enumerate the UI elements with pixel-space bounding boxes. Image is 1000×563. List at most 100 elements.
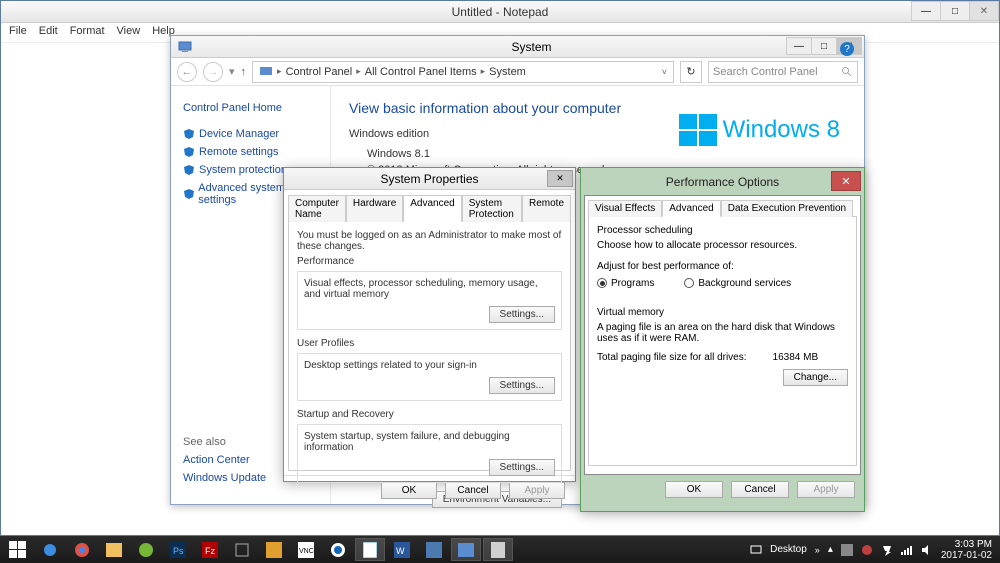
volume-icon[interactable] bbox=[921, 544, 933, 556]
adjust-label: Adjust for best performance of: bbox=[597, 261, 848, 272]
menu-edit[interactable]: Edit bbox=[35, 25, 62, 40]
link-remote-settings[interactable]: Remote settings bbox=[199, 146, 278, 158]
maximize-button[interactable]: □ bbox=[940, 1, 970, 21]
startup-label: Startup and Recovery bbox=[297, 409, 562, 420]
perfopt-titlebar[interactable]: Performance Options ✕ bbox=[584, 171, 861, 193]
taskbar-photoshop[interactable]: Ps bbox=[163, 538, 193, 561]
profiles-desc: Desktop settings related to your sign-in bbox=[304, 360, 555, 371]
desktop-toolbar[interactable]: Desktop bbox=[770, 544, 807, 555]
startup-desc: System startup, system failure, and debu… bbox=[304, 431, 555, 453]
taskbar-dreamweaver[interactable] bbox=[131, 538, 161, 561]
taskbar-sysprop[interactable] bbox=[483, 538, 513, 561]
tab-advanced[interactable]: Advanced bbox=[662, 200, 720, 217]
windows-logo: Windows 8 bbox=[679, 114, 840, 146]
tab-remote[interactable]: Remote bbox=[522, 195, 571, 222]
crumb-all-items[interactable]: All Control Panel Items bbox=[365, 66, 477, 78]
recent-dropdown[interactable]: ▾ bbox=[229, 65, 235, 78]
perf-label: Performance bbox=[297, 256, 562, 267]
minimize-button[interactable]: — bbox=[786, 37, 812, 55]
tray-red-icon[interactable] bbox=[861, 544, 873, 556]
search-placeholder: Search Control Panel bbox=[713, 66, 818, 78]
tray-chevron[interactable]: » bbox=[815, 545, 820, 555]
maximize-button[interactable]: □ bbox=[811, 37, 837, 55]
breadcrumb[interactable]: ▸ Control Panel ▸ All Control Panel Item… bbox=[252, 61, 674, 83]
breadcrumb-dropdown[interactable]: ˅ bbox=[662, 67, 667, 77]
tray-app-icon[interactable] bbox=[841, 544, 853, 556]
taskbar-app2[interactable] bbox=[419, 538, 449, 561]
profiles-settings-button[interactable]: Settings... bbox=[489, 377, 555, 394]
shield-icon bbox=[183, 128, 195, 140]
tab-system-protection[interactable]: System Protection bbox=[462, 195, 522, 222]
taskbar-snip[interactable] bbox=[227, 538, 257, 561]
refresh-button[interactable]: ↻ bbox=[680, 61, 702, 83]
tab-computer-name[interactable]: Computer Name bbox=[288, 195, 346, 222]
svg-text:Fz: Fz bbox=[205, 546, 215, 556]
perfopt-title: Performance Options bbox=[666, 175, 779, 189]
close-button[interactable]: ✕ bbox=[831, 171, 861, 191]
taskbar-explorer[interactable] bbox=[99, 538, 129, 561]
computer-icon bbox=[177, 39, 193, 55]
system-title: System bbox=[199, 40, 864, 54]
os-name: Windows 8.1 bbox=[367, 148, 846, 160]
taskbar-teamviewer[interactable] bbox=[323, 538, 353, 561]
search-input[interactable]: Search Control Panel bbox=[708, 61, 858, 83]
tab-visual-effects[interactable]: Visual Effects bbox=[588, 200, 662, 217]
radio-programs[interactable]: Programs bbox=[597, 278, 654, 289]
notepad-titlebar[interactable]: Untitled - Notepad — □ ✕ bbox=[1, 1, 999, 23]
tab-advanced[interactable]: Advanced bbox=[403, 195, 461, 222]
cancel-button[interactable]: Cancel bbox=[445, 482, 501, 499]
ps-desc: Choose how to allocate processor resourc… bbox=[597, 240, 848, 251]
crumb-control-panel[interactable]: Control Panel bbox=[286, 66, 353, 78]
start-button[interactable] bbox=[3, 538, 33, 561]
link-windows-update[interactable]: Windows Update bbox=[183, 472, 266, 484]
crumb-system[interactable]: System bbox=[489, 66, 526, 78]
menu-format[interactable]: Format bbox=[66, 25, 109, 40]
close-button[interactable]: ✕ bbox=[547, 170, 573, 187]
ok-button[interactable]: OK bbox=[665, 481, 723, 498]
taskbar-controlpanel[interactable] bbox=[451, 538, 481, 561]
radio-background[interactable]: Background services bbox=[684, 278, 791, 289]
windows-brand: Windows 8 bbox=[723, 116, 840, 144]
change-button[interactable]: Change... bbox=[783, 369, 848, 386]
perfopt-body: Processor scheduling Choose how to alloc… bbox=[588, 216, 857, 466]
help-icon[interactable]: ? bbox=[840, 42, 854, 56]
minimize-button[interactable]: — bbox=[911, 1, 941, 21]
taskbar-app[interactable] bbox=[259, 538, 289, 561]
action-center-icon[interactable] bbox=[881, 544, 893, 556]
close-button[interactable]: ✕ bbox=[969, 1, 999, 21]
system-titlebar[interactable]: System — □ ✕ bbox=[171, 36, 864, 58]
sysprop-titlebar[interactable]: System Properties ✕ bbox=[284, 168, 575, 190]
link-device-manager[interactable]: Device Manager bbox=[199, 128, 279, 140]
menu-view[interactable]: View bbox=[113, 25, 145, 40]
link-action-center[interactable]: Action Center bbox=[183, 454, 250, 466]
control-panel-home[interactable]: Control Panel Home bbox=[183, 102, 282, 114]
menu-file[interactable]: File bbox=[5, 25, 31, 40]
back-button[interactable]: ← bbox=[177, 62, 197, 82]
link-system-protection[interactable]: System protection bbox=[199, 164, 287, 176]
forward-button[interactable]: → bbox=[203, 62, 223, 82]
tab-dep[interactable]: Data Execution Prevention bbox=[721, 200, 853, 217]
shield-icon bbox=[183, 188, 194, 200]
cancel-button[interactable]: Cancel bbox=[731, 481, 789, 498]
date: 2017-01-02 bbox=[941, 550, 992, 561]
tray-monitor-icon[interactable] bbox=[750, 544, 762, 556]
taskbar-notepad[interactable] bbox=[355, 538, 385, 561]
tab-hardware[interactable]: Hardware bbox=[346, 195, 403, 222]
tray-expand[interactable]: ▴ bbox=[828, 544, 833, 555]
taskbar-chrome[interactable] bbox=[67, 538, 97, 561]
apply-button[interactable]: Apply bbox=[797, 481, 855, 498]
clock[interactable]: 3:03 PM 2017-01-02 bbox=[941, 539, 992, 561]
up-button[interactable]: ↑ bbox=[241, 66, 247, 78]
profiles-group: Desktop settings related to your sign-in… bbox=[297, 353, 562, 401]
startup-settings-button[interactable]: Settings... bbox=[489, 459, 555, 476]
network-icon[interactable] bbox=[901, 544, 913, 556]
perf-settings-button[interactable]: Settings... bbox=[489, 306, 555, 323]
taskbar-vnc[interactable]: VNC bbox=[291, 538, 321, 561]
taskbar-word[interactable]: W bbox=[387, 538, 417, 561]
sysprop-tabs: Computer Name Hardware Advanced System P… bbox=[284, 190, 575, 221]
taskbar-filezilla[interactable]: Fz bbox=[195, 538, 225, 561]
svg-text:W: W bbox=[396, 546, 405, 556]
apply-button[interactable]: Apply bbox=[509, 482, 565, 499]
taskbar-ie[interactable] bbox=[35, 538, 65, 561]
ok-button[interactable]: OK bbox=[381, 482, 437, 499]
